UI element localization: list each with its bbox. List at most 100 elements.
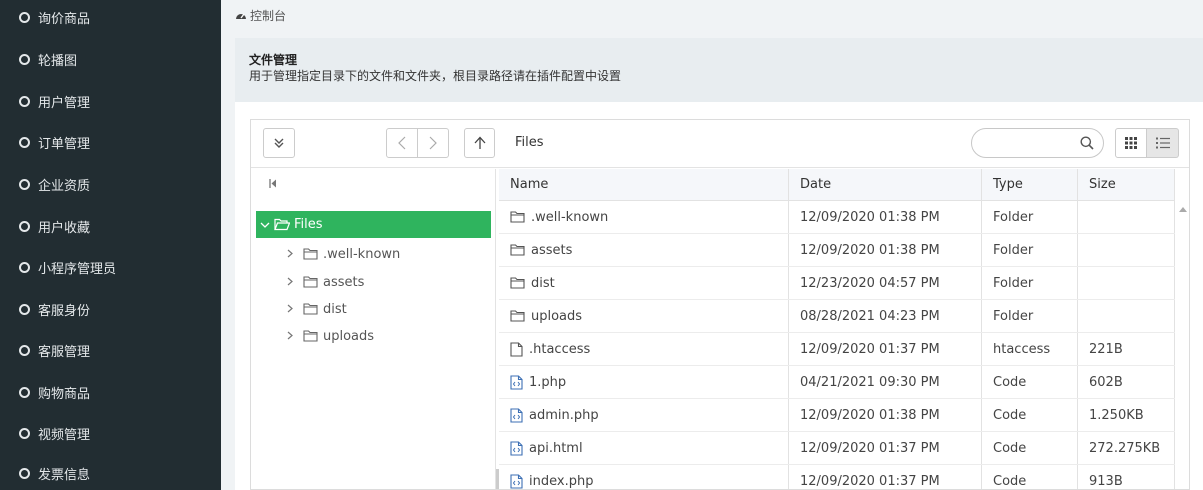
chevron-right-icon — [287, 275, 299, 290]
file-name: api.html — [529, 440, 583, 456]
search-box — [971, 128, 1104, 158]
file-type: Code — [982, 432, 1078, 464]
sidebar-item-service-identity[interactable]: 客服身份 — [0, 288, 221, 330]
sidebar-item-label: 发票信息 — [38, 467, 91, 483]
file-name: .htaccess — [529, 341, 591, 357]
sidebar-item-label: 轮播图 — [38, 53, 78, 69]
table-row[interactable]: assets 12/09/2020 01:38 PM Folder — [499, 234, 1175, 267]
column-header-size[interactable]: Size — [1078, 169, 1175, 200]
chevron-down-icon — [260, 222, 270, 228]
folder-icon — [510, 211, 525, 223]
file-type: Folder — [982, 300, 1078, 332]
dashboard-icon — [236, 13, 246, 19]
main-content: 控制台 文件管理 用于管理指定目录下的文件和文件夹，根目录路径请在插件配置中设置 — [221, 0, 1203, 490]
table-row[interactable]: .htaccess 12/09/2020 01:37 PM htaccess 2… — [499, 333, 1175, 366]
file-icon — [510, 341, 523, 357]
file-date: 04/21/2021 09:30 PM — [789, 366, 982, 398]
breadcrumb-label: 控制台 — [250, 8, 287, 23]
tree-node-assets[interactable]: assets — [287, 271, 364, 293]
tree-node-uploads[interactable]: uploads — [287, 325, 374, 347]
code-file-icon — [510, 440, 523, 456]
sidebar-item-label: 小程序管理员 — [38, 261, 117, 277]
up-folder-button[interactable] — [464, 128, 495, 158]
panel-header: 文件管理 用于管理指定目录下的文件和文件夹，根目录路径请在插件配置中设置 — [235, 38, 1203, 102]
file-size: 1.250KB — [1078, 399, 1175, 431]
column-header-date[interactable]: Date — [789, 169, 982, 200]
table-row[interactable]: api.html 12/09/2020 01:37 PM Code 272.27… — [499, 432, 1175, 465]
table-row[interactable]: uploads 08/28/2021 04:23 PM Folder — [499, 300, 1175, 333]
table-header: Name Date Type Size — [499, 169, 1175, 201]
table-row[interactable]: 1.php 04/21/2021 09:30 PM Code 602B — [499, 366, 1175, 399]
sidebar-item-inquiry-products[interactable]: 询价商品 — [0, 0, 221, 38]
forward-button[interactable] — [418, 129, 448, 157]
sidebar-item-shop-products[interactable]: 购物商品 — [0, 371, 221, 413]
sidebar-item-label: 用户收藏 — [38, 220, 91, 236]
circle-icon — [19, 11, 30, 23]
sidebar-item-carousel[interactable]: 轮播图 — [0, 38, 221, 80]
file-name: 1.php — [529, 374, 567, 390]
back-button[interactable] — [387, 129, 418, 157]
file-date: 12/09/2020 01:37 PM — [789, 432, 982, 464]
table-scrollbar[interactable] — [1175, 201, 1189, 489]
sidebar-item-users[interactable]: 用户管理 — [0, 80, 221, 122]
search-input[interactable] — [982, 130, 1082, 156]
file-date: 12/23/2020 04:57 PM — [789, 267, 982, 299]
file-size — [1078, 234, 1175, 266]
collapse-toolbar-button[interactable] — [263, 128, 295, 158]
folder-icon — [510, 277, 525, 289]
sidebar-item-orders[interactable]: 订单管理 — [0, 121, 221, 163]
double-chevron-down-icon — [274, 138, 284, 148]
folder-icon — [510, 244, 525, 256]
sidebar-item-miniapp-admins[interactable]: 小程序管理员 — [0, 246, 221, 288]
tree-node-label: assets — [323, 274, 365, 290]
circle-icon — [19, 53, 30, 65]
table-row[interactable]: dist 12/23/2020 04:57 PM Folder — [499, 267, 1175, 300]
file-date: 12/09/2020 01:37 PM — [789, 333, 982, 365]
scroll-up-icon[interactable] — [1179, 207, 1187, 212]
chevron-right-icon — [287, 329, 299, 344]
sidebar-item-label: 订单管理 — [38, 136, 91, 152]
file-size — [1078, 201, 1175, 233]
sidebar-item-service-management[interactable]: 客服管理 — [0, 329, 221, 371]
code-file-icon — [510, 374, 523, 390]
column-header-type[interactable]: Type — [982, 169, 1078, 200]
sidebar-item-videos[interactable]: 视频管理 — [0, 412, 221, 454]
circle-icon — [19, 220, 30, 232]
file-size: 913B — [1078, 465, 1175, 489]
search-icon[interactable] — [1080, 136, 1094, 150]
sidebar-item-label: 询价商品 — [38, 11, 91, 27]
chevron-right-icon — [287, 302, 299, 317]
file-name: assets — [531, 242, 573, 258]
breadcrumb[interactable]: 控制台 — [235, 6, 286, 24]
tree-root-files[interactable]: Files — [256, 211, 491, 238]
page-description: 用于管理指定目录下的文件和文件夹，根目录路径请在插件配置中设置 — [249, 69, 622, 83]
sidebar-item-qualification[interactable]: 企业资质 — [0, 163, 221, 205]
file-date: 12/09/2020 01:38 PM — [789, 201, 982, 233]
table-row[interactable]: index.php 12/09/2020 01:37 PM Code 913B — [499, 465, 1175, 489]
sidebar-item-label: 视频管理 — [38, 427, 91, 443]
sidebar-item-invoices[interactable]: 发票信息 — [0, 452, 221, 490]
table-row[interactable]: .well-known 12/09/2020 01:38 PM Folder — [499, 201, 1175, 234]
collapse-tree-icon[interactable] — [269, 178, 277, 191]
tree-node-dist[interactable]: dist — [287, 298, 347, 320]
grid-view-button[interactable] — [1115, 128, 1147, 158]
table-row[interactable]: admin.php 12/09/2020 01:38 PM Code 1.250… — [499, 399, 1175, 432]
circle-icon — [19, 303, 30, 315]
circle-icon — [19, 95, 30, 107]
code-file-icon — [510, 473, 523, 489]
file-date: 12/09/2020 01:38 PM — [789, 234, 982, 266]
code-file-icon — [510, 407, 523, 423]
folder-icon — [303, 330, 318, 342]
tree-node-well-known[interactable]: .well-known — [287, 243, 400, 265]
split-handle[interactable] — [496, 469, 499, 489]
file-type: htaccess — [982, 333, 1078, 365]
sidebar-item-label: 客服管理 — [38, 344, 91, 360]
sidebar-item-label: 客服身份 — [38, 303, 91, 319]
file-table: Name Date Type Size .well-known 12/09/20… — [496, 169, 1189, 489]
list-view-button[interactable] — [1147, 128, 1179, 158]
tree-root-label: Files — [294, 217, 323, 232]
folder-tree: Files .well-known assets dist uploads — [251, 169, 496, 489]
tree-node-label: .well-known — [323, 246, 401, 262]
column-header-name[interactable]: Name — [499, 169, 789, 200]
sidebar-item-favorites[interactable]: 用户收藏 — [0, 205, 221, 247]
